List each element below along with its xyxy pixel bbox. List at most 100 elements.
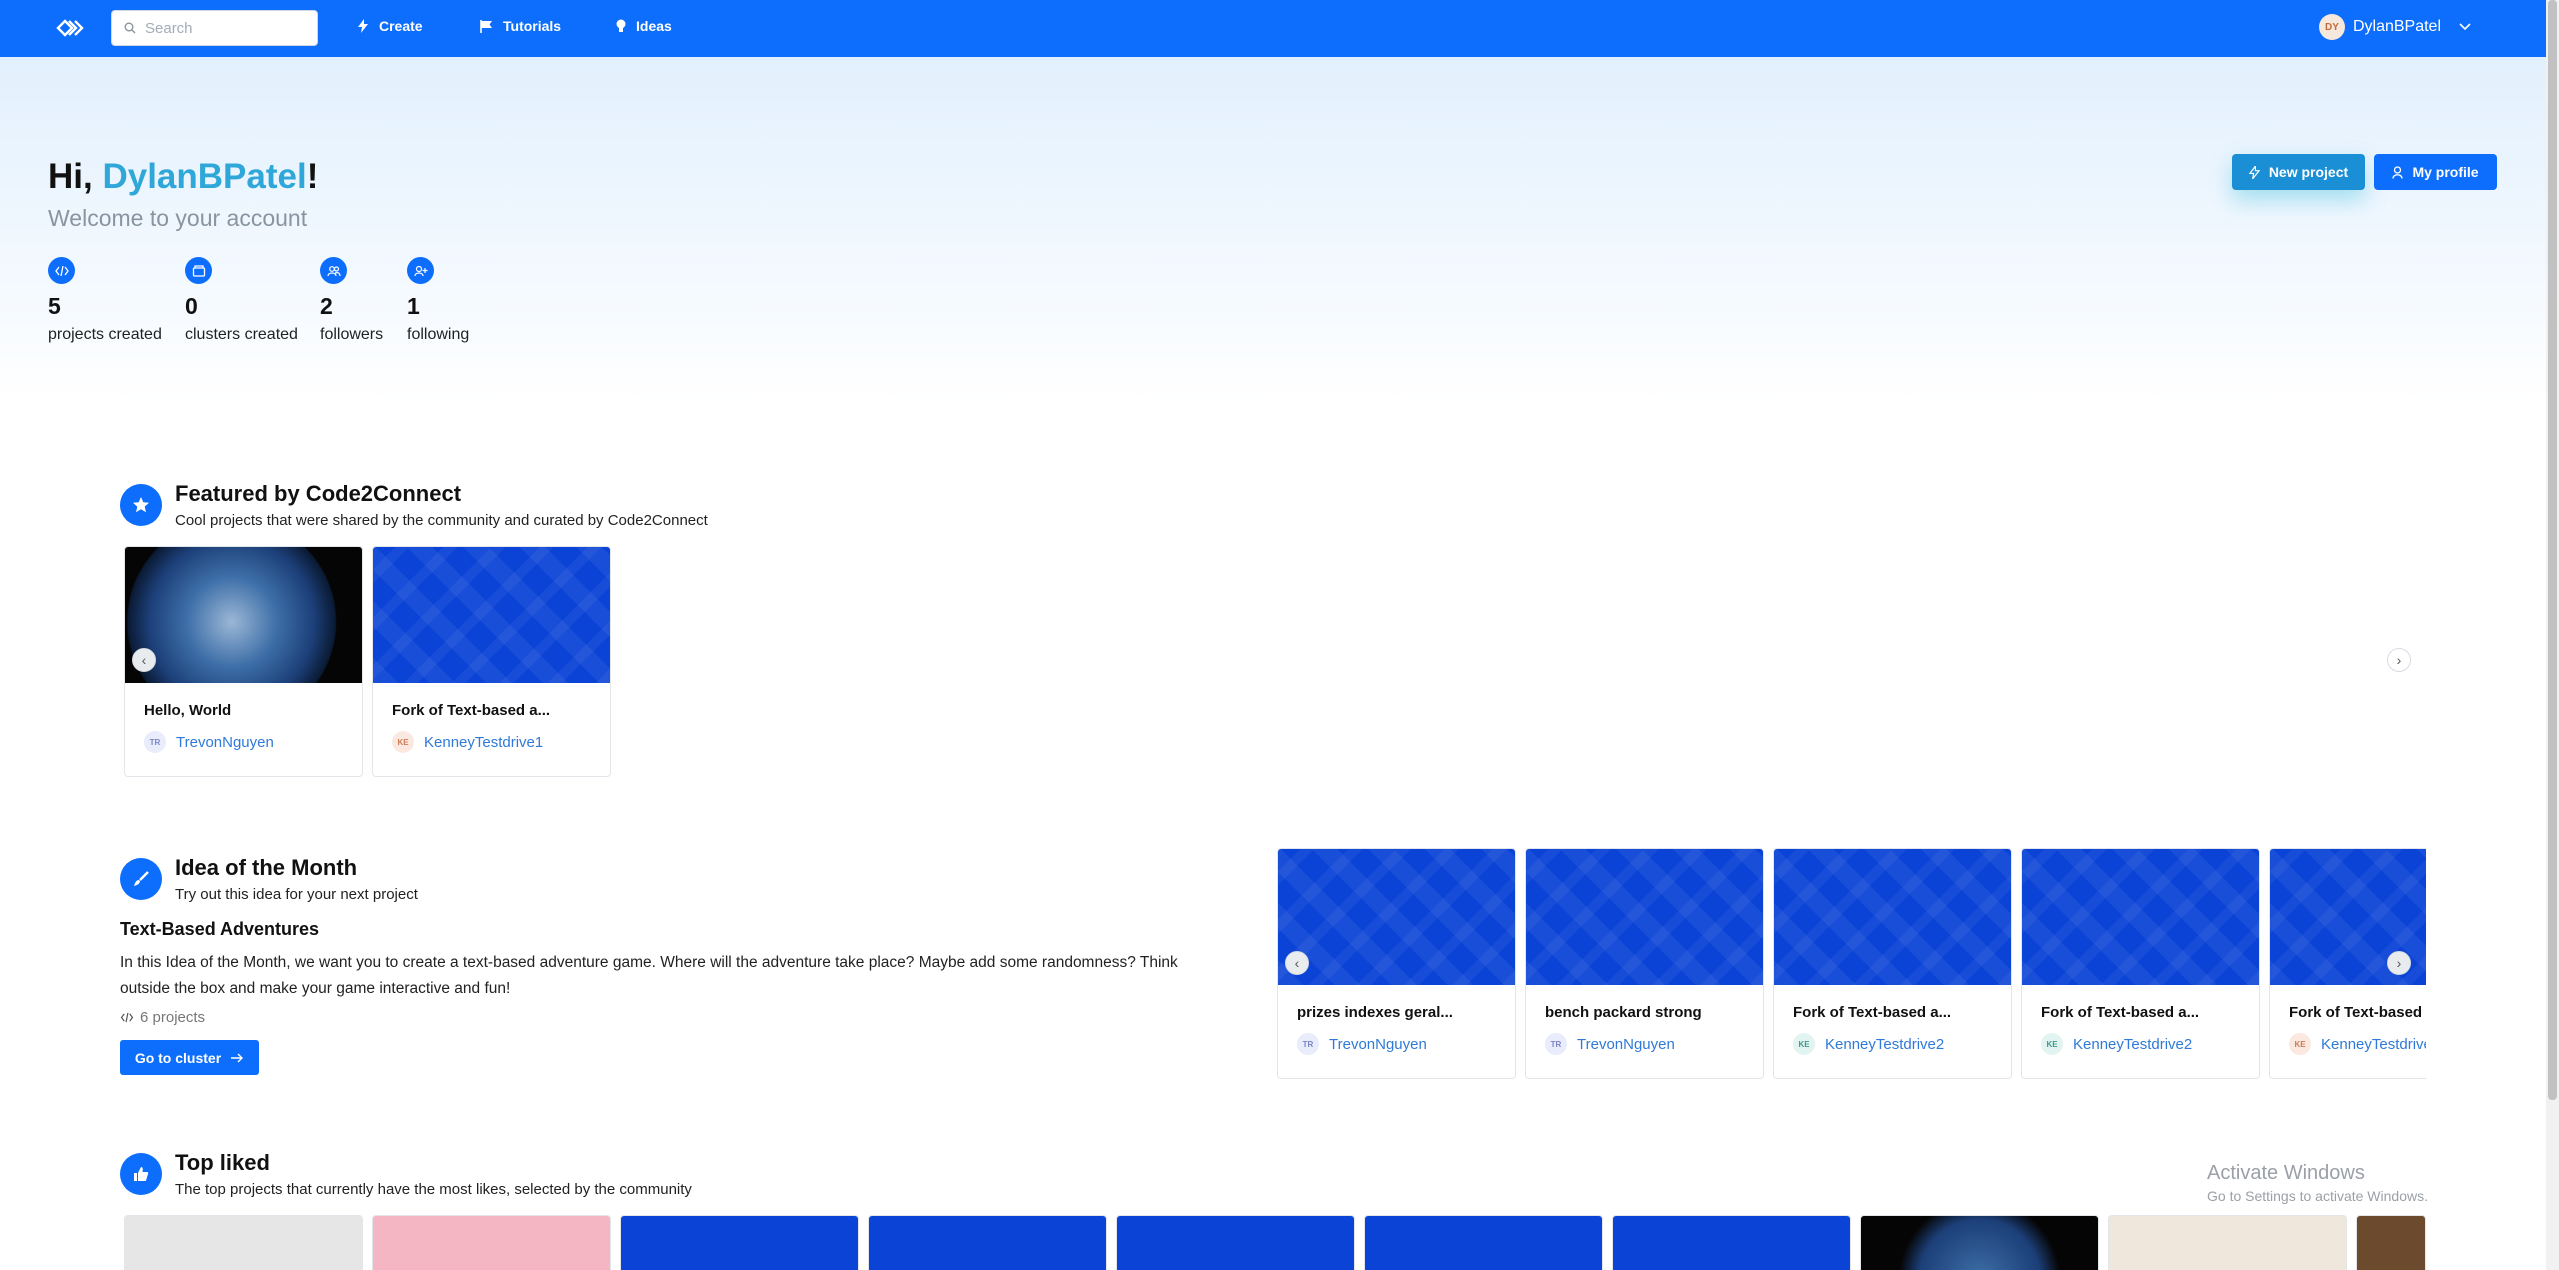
code2connect-logo-icon[interactable] [56, 16, 88, 40]
stat-following-label: following [407, 326, 470, 343]
carousel-next-button[interactable]: › [2387, 951, 2411, 975]
my-profile-label: My profile [2412, 164, 2479, 180]
user-menu[interactable]: DY DylanBPatel [2318, 14, 2471, 40]
project-thumbnail [1278, 849, 1515, 985]
author-name: KenneyTestdrive2 [2073, 1035, 2193, 1053]
toplike-card-thumbnail[interactable] [1364, 1215, 1603, 1270]
nav-create-label: Create [379, 18, 423, 34]
featured-title: Featured by Code2Connect [175, 481, 462, 506]
toplike-card-thumbnail[interactable] [620, 1215, 859, 1270]
stat-clusters-label: clusters created [185, 326, 298, 343]
brush-icon [120, 858, 162, 900]
search-input[interactable]: Search [111, 10, 318, 46]
go-to-cluster-label: Go to cluster [134, 1049, 222, 1066]
scrollbar-thumb[interactable] [2548, 0, 2557, 1100]
author-name: TrevonNguyen [1577, 1035, 1675, 1053]
chevron-left-icon: ‹ [141, 652, 147, 668]
project-author[interactable]: TR TrevonNguyen [1297, 1033, 1515, 1055]
project-author[interactable]: KE KenneyTestdrive1 [392, 731, 610, 753]
nav-ideas-label: Ideas [636, 18, 672, 34]
page-scrollbar[interactable] [2546, 0, 2559, 1270]
stat-followers-label: followers [320, 326, 384, 343]
watermark-line1: Activate Windows [2207, 1162, 2365, 1184]
top-navbar: Search Create Tutorials Ideas DY DylanBP… [0, 0, 2546, 57]
author-avatar: TR [144, 731, 166, 753]
stat-clusters: 0 clusters created [185, 257, 298, 344]
stat-followers: 2 followers [320, 257, 383, 344]
featured-card[interactable]: Hello, World TR TrevonNguyen [124, 546, 363, 777]
idea-card[interactable]: bench packard strong TR TrevonNguyen [1525, 848, 1764, 1079]
featured-card[interactable]: Fork of Text-based a... KE KenneyTestdriv… [372, 546, 611, 777]
carousel-prev-button[interactable]: ‹ [132, 648, 156, 672]
greeting-username[interactable]: DylanBPatel [102, 157, 306, 196]
lightbulb-icon [616, 19, 626, 32]
project-title: Fork of Text-based a... [392, 702, 551, 719]
chevron-left-icon: ‹ [1294, 955, 1300, 971]
search-placeholder: Search [145, 19, 193, 37]
idea-count-label: 6 projects [140, 1009, 206, 1026]
author-avatar: KE [1793, 1033, 1815, 1055]
project-author[interactable]: KE KenneyTestdrive2 [1793, 1033, 2011, 1055]
project-author[interactable]: KE KenneyTestdrive2 [2041, 1033, 2259, 1055]
project-title: Fork of Text-based a... [2289, 1004, 2426, 1021]
stat-projects: 5 projects created [48, 257, 162, 344]
lightning-icon [358, 19, 368, 33]
new-project-button[interactable]: New project [2232, 154, 2365, 190]
star-icon [120, 484, 162, 526]
go-to-cluster-button[interactable]: Go to cluster [120, 1040, 259, 1075]
author-name: KenneyTestdrive1 [424, 733, 544, 751]
stat-following: 1 following [407, 257, 469, 344]
code-icon [48, 257, 75, 284]
hero-section [0, 57, 2546, 402]
featured-subtitle: Cool projects that were shared by the co… [175, 512, 708, 529]
project-author[interactable]: TR TrevonNguyen [144, 731, 362, 753]
nav-create[interactable]: Create [357, 18, 423, 34]
chevron-right-icon: › [2396, 652, 2402, 668]
idea-project-count: 6 projects [120, 1009, 205, 1026]
author-name: KenneyTestdrive2 [1825, 1035, 1945, 1053]
carousel-prev-button[interactable]: ‹ [1285, 951, 1309, 975]
author-name: TrevonNguyen [176, 733, 274, 751]
idea-card[interactable]: Fork of Text-based a... KE KenneyTestdriv… [1773, 848, 2012, 1079]
project-title: prizes indexes geral... [1297, 1004, 1453, 1021]
author-avatar: TR [1545, 1033, 1567, 1055]
idea-card[interactable]: Fork of Text-based a... KE KenneyTestdriv… [2021, 848, 2260, 1079]
idea-subtitle: Try out this idea for your next project [175, 886, 418, 903]
user-icon [2392, 165, 2404, 179]
nav-tutorials[interactable]: Tutorials [480, 18, 561, 34]
my-profile-button[interactable]: My profile [2374, 154, 2497, 190]
project-thumbnail [2022, 849, 2259, 985]
toplike-card-thumbnail[interactable] [1860, 1215, 2099, 1270]
carousel-next-button[interactable]: › [2387, 648, 2411, 672]
project-title: Fork of Text-based a... [1793, 1004, 1952, 1021]
toplike-card-thumbnail[interactable] [1116, 1215, 1355, 1270]
toplike-card-thumbnail[interactable] [124, 1215, 363, 1270]
toplike-card-thumbnail[interactable] [372, 1215, 611, 1270]
user-name: DylanBPatel [2352, 18, 2441, 35]
stat-projects-value: 5 [48, 293, 61, 319]
arrow-right-icon [231, 1053, 244, 1062]
toplike-card-thumbnail[interactable] [2356, 1215, 2426, 1270]
stat-followers-value: 2 [320, 293, 333, 319]
lightning-icon [2248, 165, 2260, 179]
nav-tutorials-label: Tutorials [503, 18, 562, 34]
stat-following-value: 1 [407, 293, 420, 319]
greeting-heading: Hi, DylanBPatel! [48, 157, 318, 197]
idea-card[interactable]: prizes indexes geral... TR TrevonNguyen [1277, 848, 1516, 1079]
project-author[interactable]: KE KenneyTestdrive2 [2289, 1033, 2426, 1055]
toplike-card-thumbnail[interactable] [1612, 1215, 1851, 1270]
watermark-line2: Go to Settings to activate Windows. [2207, 1188, 2428, 1204]
idea-description: In this Idea of the Month, we want you t… [120, 954, 1178, 997]
search-icon [124, 22, 136, 34]
toplike-card-thumbnail[interactable] [2108, 1215, 2347, 1270]
project-thumbnail [1526, 849, 1763, 985]
toplike-title: Top liked [175, 1150, 270, 1175]
project-author[interactable]: TR TrevonNguyen [1545, 1033, 1763, 1055]
nav-ideas[interactable]: Ideas [616, 18, 672, 34]
cluster-icon [185, 257, 212, 284]
project-thumbnail [373, 547, 610, 683]
chevron-down-icon [2459, 23, 2471, 31]
idea-carousel: prizes indexes geral... TR TrevonNguyen b… [1277, 848, 2426, 1083]
toplike-card-thumbnail[interactable] [868, 1215, 1107, 1270]
author-avatar: KE [2289, 1033, 2311, 1055]
